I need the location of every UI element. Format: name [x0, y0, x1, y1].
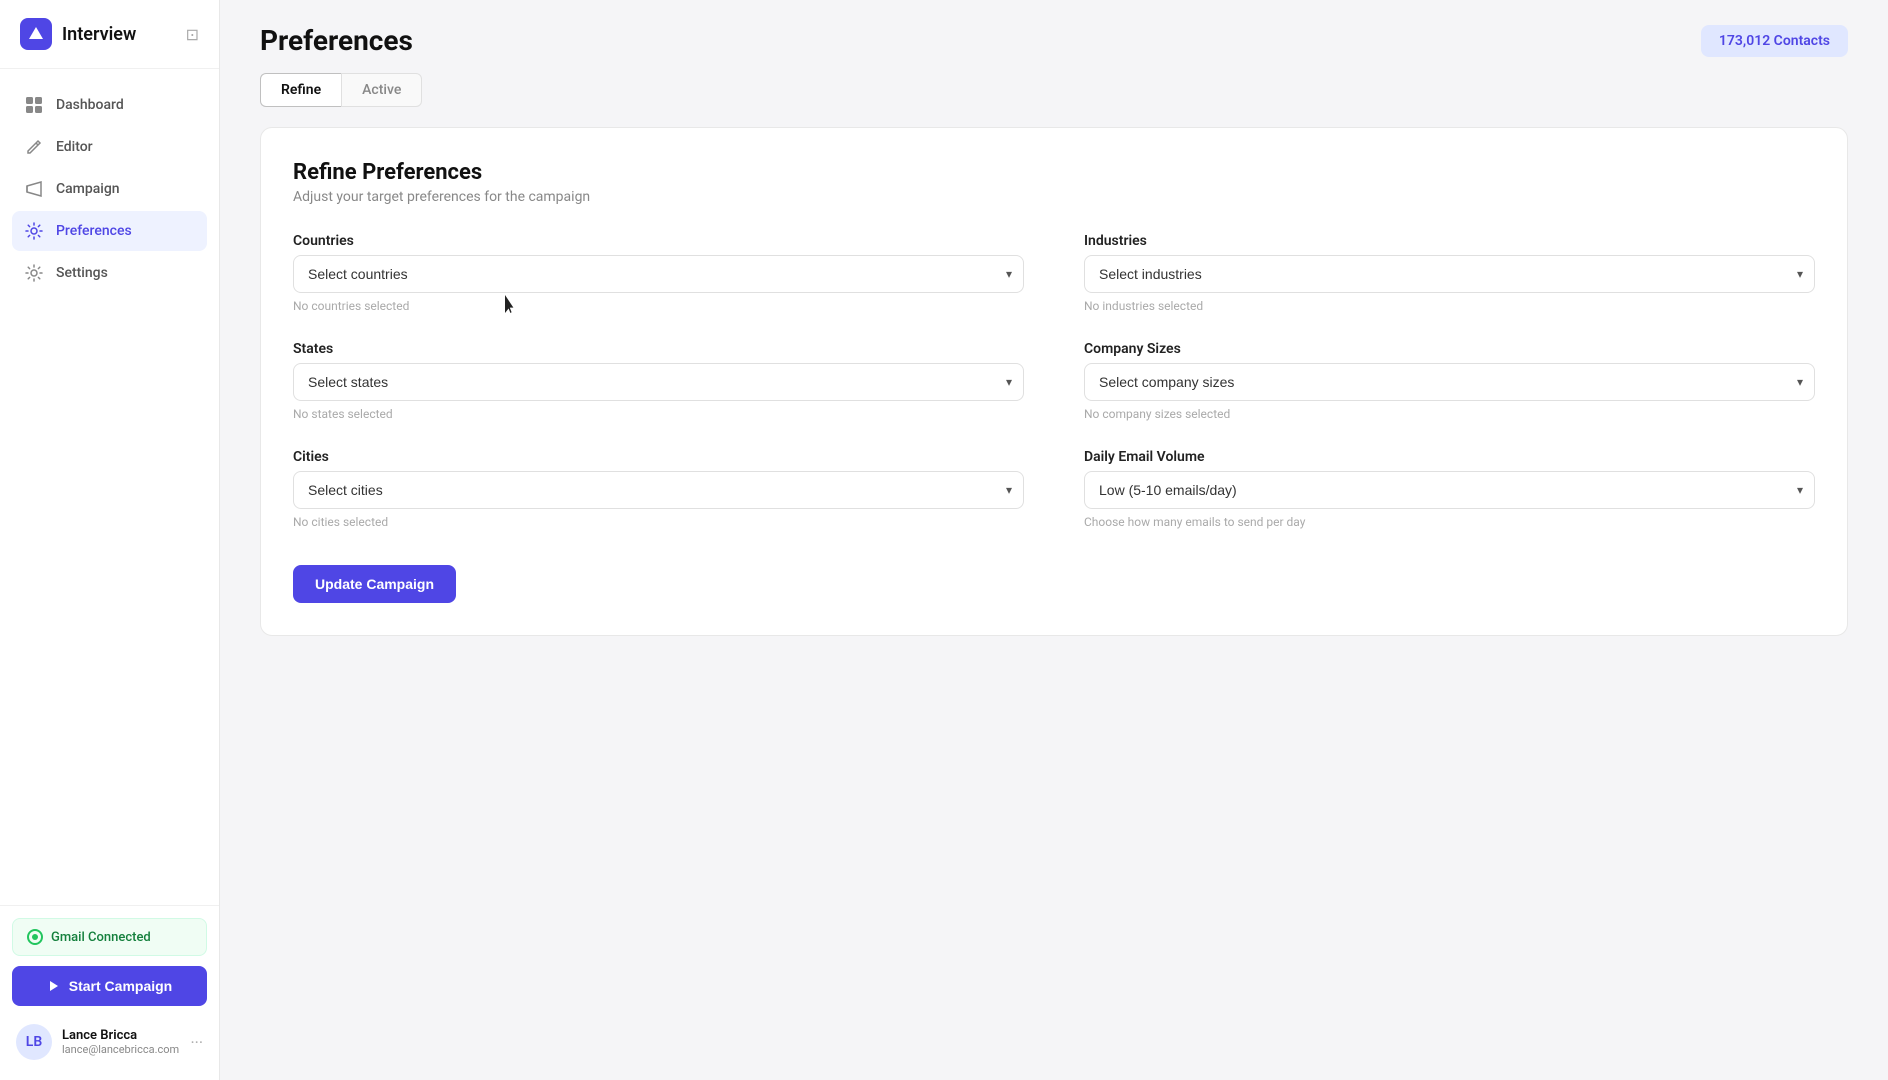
- states-select[interactable]: Select states California New York Texas …: [293, 363, 1024, 401]
- cities-select[interactable]: Select cities San Francisco New York Los…: [293, 471, 1024, 509]
- countries-hint: No countries selected: [293, 299, 1024, 313]
- sidebar-item-campaign[interactable]: Campaign: [12, 169, 207, 209]
- sidebar-item-preferences[interactable]: Preferences: [12, 211, 207, 251]
- preferences-icon: [24, 221, 44, 241]
- settings-label: Settings: [56, 265, 108, 281]
- editor-label: Editor: [56, 139, 93, 155]
- sidebar-nav: Dashboard Editor Campaign: [0, 69, 219, 905]
- company-sizes-select[interactable]: Select company sizes 1-10 11-50 51-200 2…: [1084, 363, 1815, 401]
- sidebar: Interview ⊡ Dashboard Editor: [0, 0, 220, 1080]
- tab-active[interactable]: Active: [341, 73, 422, 107]
- tab-refine[interactable]: Refine: [260, 73, 341, 107]
- user-section: LB Lance Bricca lance@lancebricca.com ··…: [12, 1016, 207, 1068]
- cities-hint: No cities selected: [293, 515, 1024, 529]
- user-name: Lance Bricca: [62, 1028, 180, 1043]
- gmail-connected-badge: Gmail Connected: [12, 918, 207, 956]
- industries-hint: No industries selected: [1084, 299, 1815, 313]
- states-label: States: [293, 341, 1024, 357]
- editor-icon: [24, 137, 44, 157]
- app-logo-icon: [20, 18, 52, 50]
- tabs: Refine Active: [220, 73, 1888, 107]
- user-email: lance@lancebricca.com: [62, 1043, 180, 1056]
- company-sizes-hint: No company sizes selected: [1084, 407, 1815, 421]
- user-info: Lance Bricca lance@lancebricca.com: [62, 1028, 180, 1056]
- preferences-card: Refine Preferences Adjust your target pr…: [260, 127, 1848, 636]
- gmail-status-icon: [27, 929, 43, 945]
- update-campaign-button[interactable]: Update Campaign: [293, 565, 456, 603]
- dashboard-label: Dashboard: [56, 97, 124, 113]
- daily-email-volume-group: Daily Email Volume Low (5-10 emails/day)…: [1084, 449, 1815, 529]
- settings-icon: [24, 263, 44, 283]
- sidebar-logo: Interview ⊡: [0, 0, 219, 69]
- sidebar-bottom: Gmail Connected Start Campaign LB Lance …: [0, 905, 219, 1080]
- preferences-label: Preferences: [56, 223, 132, 239]
- gmail-connected-label: Gmail Connected: [51, 930, 151, 945]
- campaign-label: Campaign: [56, 181, 120, 197]
- daily-email-volume-label: Daily Email Volume: [1084, 449, 1815, 465]
- play-icon: [47, 979, 61, 993]
- preferences-form: Countries Select countries United States…: [293, 233, 1815, 603]
- content-area: Refine Preferences Adjust your target pr…: [220, 127, 1888, 676]
- countries-label: Countries: [293, 233, 1024, 249]
- user-initials: LB: [26, 1034, 42, 1050]
- states-hint: No states selected: [293, 407, 1024, 421]
- update-button-wrapper: Update Campaign: [293, 557, 1815, 603]
- layout-icon[interactable]: ⊡: [186, 25, 199, 44]
- contacts-badge: 173,012 Contacts: [1701, 25, 1848, 57]
- industries-select-wrapper: Select industries Technology Finance Hea…: [1084, 255, 1815, 293]
- states-select-wrapper: Select states California New York Texas …: [293, 363, 1024, 401]
- cities-select-wrapper: Select cities San Francisco New York Los…: [293, 471, 1024, 509]
- daily-email-volume-select-wrapper: Low (5-10 emails/day) Medium (10-20 emai…: [1084, 471, 1815, 509]
- main-header: Preferences 173,012 Contacts: [220, 0, 1888, 73]
- sidebar-item-dashboard[interactable]: Dashboard: [12, 85, 207, 125]
- sidebar-item-settings[interactable]: Settings: [12, 253, 207, 293]
- dashboard-icon: [24, 95, 44, 115]
- campaign-icon: [24, 179, 44, 199]
- card-subtitle: Adjust your target preferences for the c…: [293, 189, 1815, 205]
- page-title: Preferences: [260, 24, 413, 57]
- daily-email-volume-select[interactable]: Low (5-10 emails/day) Medium (10-20 emai…: [1084, 471, 1815, 509]
- cities-label: Cities: [293, 449, 1024, 465]
- main-content: Preferences 173,012 Contacts Refine Acti…: [220, 0, 1888, 1080]
- company-sizes-select-wrapper: Select company sizes 1-10 11-50 51-200 2…: [1084, 363, 1815, 401]
- sidebar-item-editor[interactable]: Editor: [12, 127, 207, 167]
- card-title: Refine Preferences: [293, 160, 1815, 185]
- countries-select-wrapper: Select countries United States Canada Un…: [293, 255, 1024, 293]
- states-group: States Select states California New York…: [293, 341, 1024, 421]
- company-sizes-group: Company Sizes Select company sizes 1-10 …: [1084, 341, 1815, 421]
- countries-group: Countries Select countries United States…: [293, 233, 1024, 313]
- cities-group: Cities Select cities San Francisco New Y…: [293, 449, 1024, 529]
- user-menu-icon[interactable]: ···: [190, 1033, 203, 1052]
- industries-group: Industries Select industries Technology …: [1084, 233, 1815, 313]
- countries-select[interactable]: Select countries United States Canada Un…: [293, 255, 1024, 293]
- company-sizes-label: Company Sizes: [1084, 341, 1815, 357]
- app-name: Interview: [62, 24, 136, 45]
- avatar: LB: [16, 1024, 52, 1060]
- industries-label: Industries: [1084, 233, 1815, 249]
- start-campaign-button[interactable]: Start Campaign: [12, 966, 207, 1006]
- daily-email-volume-hint: Choose how many emails to send per day: [1084, 515, 1815, 529]
- industries-select[interactable]: Select industries Technology Finance Hea…: [1084, 255, 1815, 293]
- start-campaign-label: Start Campaign: [69, 978, 172, 994]
